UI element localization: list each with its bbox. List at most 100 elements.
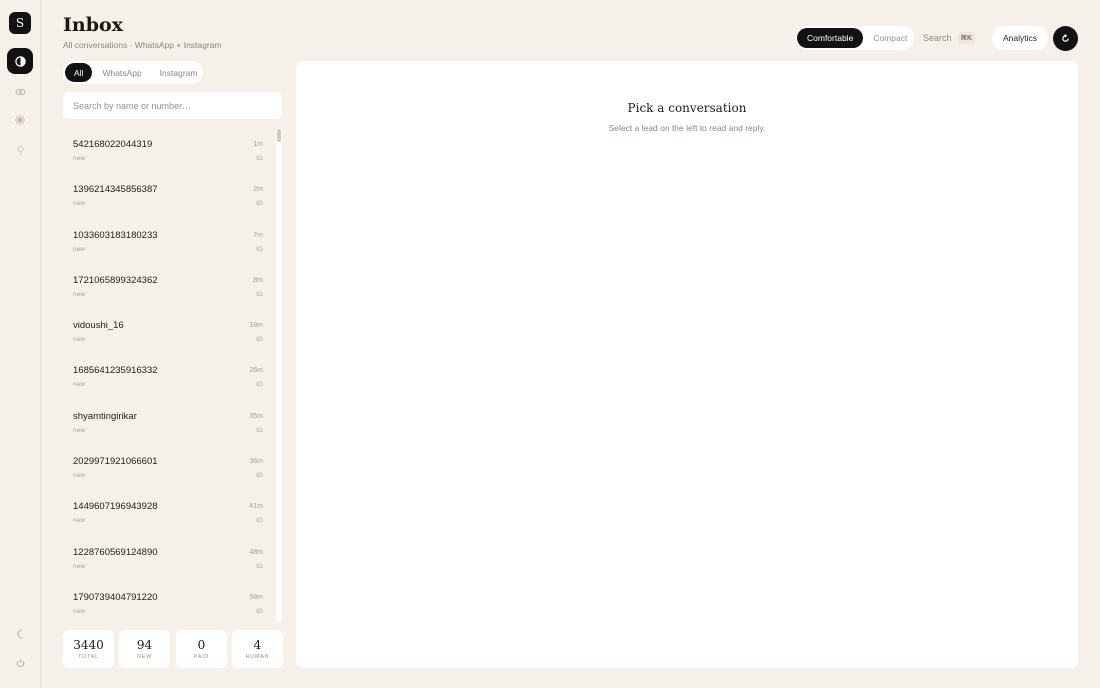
conversation-row[interactable]: 1449607196943928 41m new IG bbox=[63, 492, 275, 537]
logout-button[interactable] bbox=[7, 650, 33, 676]
conversation-name: 1396214345856387 bbox=[73, 184, 158, 196]
conversation-time: 35m bbox=[249, 412, 263, 420]
conversation-channel: IG bbox=[256, 607, 263, 615]
conversation-channel: IG bbox=[256, 336, 263, 344]
conversation-time: 8m bbox=[253, 276, 263, 284]
channel-filter: All WhatsApp Instagram bbox=[63, 61, 203, 84]
conversation-channel: IG bbox=[256, 245, 263, 253]
conversation-panel: Pick a conversation Select a lead on the… bbox=[296, 61, 1078, 668]
command-search-label: Search bbox=[923, 33, 952, 43]
conversation-status: new bbox=[73, 607, 85, 615]
conversation-status: new bbox=[73, 336, 85, 344]
conversation-channel: IG bbox=[256, 155, 263, 162]
conversation-time: 7m bbox=[253, 231, 263, 239]
conversation-name: 1228760569124890 bbox=[73, 546, 158, 558]
conversation-name: 1033603183180233 bbox=[73, 229, 158, 241]
conversation-row[interactable]: 1790739404791220 58m new IG bbox=[63, 583, 275, 622]
page-title: Inbox bbox=[63, 14, 123, 36]
conversation-channel: IG bbox=[256, 200, 263, 208]
conversation-row[interactable]: vidoushi_16 18m new IG bbox=[63, 311, 275, 356]
density-comfortable-option[interactable]: Comfortable bbox=[797, 28, 864, 48]
conversation-status: new bbox=[73, 562, 85, 570]
sparkle-icon bbox=[15, 115, 25, 125]
conversation-channel: IG bbox=[256, 381, 263, 389]
conversation-status: new bbox=[73, 381, 85, 389]
stat-paid-label: PAID bbox=[193, 654, 210, 660]
conversation-name: 2029971921066601 bbox=[73, 456, 158, 468]
stat-paid-value: 0 bbox=[197, 638, 206, 652]
stat-total-value: 3440 bbox=[73, 638, 104, 652]
density-toggle: Comfortable Compact bbox=[795, 26, 914, 50]
conversation-name: vidoushi_16 bbox=[73, 320, 124, 332]
command-search-button[interactable]: Search ⌘K bbox=[923, 28, 976, 48]
conversation-channel: IG bbox=[256, 517, 263, 525]
analytics-button[interactable]: Analytics bbox=[992, 26, 1048, 50]
stat-human: 4 HUMAN bbox=[232, 630, 283, 668]
stat-paid: 0 PAID bbox=[176, 630, 227, 668]
conversation-name: 1790739404791220 bbox=[73, 591, 158, 603]
conversation-time: 1m bbox=[253, 141, 263, 148]
stat-total-label: TOTAL bbox=[78, 654, 99, 660]
link-icon bbox=[15, 88, 25, 96]
conversation-name: 542168022044319 bbox=[73, 139, 153, 150]
conversation-time: 48m bbox=[249, 548, 263, 556]
conversation-row[interactable]: 1721065899324362 8m new IG bbox=[63, 266, 275, 311]
stat-new-value: 94 bbox=[136, 638, 153, 652]
filter-tab-all[interactable]: All bbox=[65, 63, 93, 82]
conversation-row[interactable]: 1396214345856387 2m new IG bbox=[63, 175, 275, 220]
conversation-row[interactable]: 1033603183180233 7m new IG bbox=[63, 221, 275, 266]
automation-nav-button[interactable] bbox=[7, 107, 33, 133]
conversation-time: 26m bbox=[249, 367, 263, 375]
filter-tab-whatsapp[interactable]: WhatsApp bbox=[94, 63, 149, 82]
conversation-status: new bbox=[73, 245, 85, 253]
inbox-nav-button[interactable] bbox=[7, 48, 33, 74]
conversation-row[interactable]: 2029971921066601 36m new IG bbox=[63, 447, 275, 492]
page-subtitle: All conversations · WhatsApp + Instagram bbox=[63, 40, 222, 50]
density-compact-option[interactable]: Compact bbox=[863, 28, 917, 48]
conversation-name: 1449607196943928 bbox=[73, 501, 158, 513]
conversation-row[interactable]: 1685641235916332 26m new IG bbox=[63, 356, 275, 401]
conversation-channel: IG bbox=[256, 426, 263, 434]
conversation-time: 18m bbox=[249, 322, 263, 330]
conversation-channel: IG bbox=[256, 562, 263, 570]
refresh-icon bbox=[1062, 34, 1069, 42]
conversation-row[interactable]: 542168022044319 1m new IG bbox=[63, 130, 275, 175]
scrollbar-thumb[interactable] bbox=[277, 129, 281, 142]
conversation-search-input[interactable] bbox=[63, 92, 282, 119]
theme-toggle-button[interactable] bbox=[7, 621, 33, 647]
conversation-status: new bbox=[73, 290, 85, 298]
shortcut-badge: ⌘K bbox=[957, 32, 976, 44]
conversation-channel: IG bbox=[256, 290, 263, 298]
conversation-time: 41m bbox=[249, 503, 263, 511]
conversation-name: 1685641235916332 bbox=[73, 365, 158, 377]
conversation-name: 1721065899324362 bbox=[73, 274, 158, 286]
pin-nav-button[interactable] bbox=[7, 137, 33, 163]
stat-human-value: 4 bbox=[253, 638, 262, 652]
inbox-icon bbox=[14, 55, 26, 67]
moon-icon bbox=[17, 629, 22, 639]
filter-tab-instagram[interactable]: Instagram bbox=[152, 63, 206, 82]
conversation-channel: IG bbox=[256, 472, 263, 480]
conversation-status: new bbox=[73, 517, 85, 525]
empty-state-subtitle: Select a lead on the left to read and re… bbox=[608, 123, 766, 133]
refresh-button[interactable] bbox=[1053, 26, 1078, 51]
power-icon bbox=[16, 659, 24, 668]
stat-total: 3440 TOTAL bbox=[63, 630, 114, 668]
empty-state-title: Pick a conversation bbox=[627, 101, 747, 115]
conversation-status: new bbox=[73, 472, 85, 480]
conversation-row[interactable]: 1228760569124890 48m new IG bbox=[63, 538, 275, 583]
conversation-time: 58m bbox=[249, 593, 263, 601]
links-nav-button[interactable] bbox=[7, 79, 33, 105]
pin-icon bbox=[17, 145, 23, 155]
conversation-status: new bbox=[73, 155, 85, 162]
side-rail: S bbox=[0, 0, 41, 688]
stat-human-label: HUMAN bbox=[245, 654, 270, 660]
conversation-list: 542168022044319 1m new IG 1396214345856387 2m… bbox=[63, 130, 275, 622]
list-scrollbar[interactable] bbox=[276, 128, 282, 622]
stat-new-label: NEW bbox=[137, 654, 152, 660]
conversation-time: 2m bbox=[253, 186, 263, 194]
brand-logo[interactable]: S bbox=[9, 12, 31, 34]
conversation-name: shyamtingirikar bbox=[73, 410, 137, 422]
conversation-row[interactable]: shyamtingirikar 35m new IG bbox=[63, 402, 275, 447]
stat-new: 94 NEW bbox=[119, 630, 170, 668]
